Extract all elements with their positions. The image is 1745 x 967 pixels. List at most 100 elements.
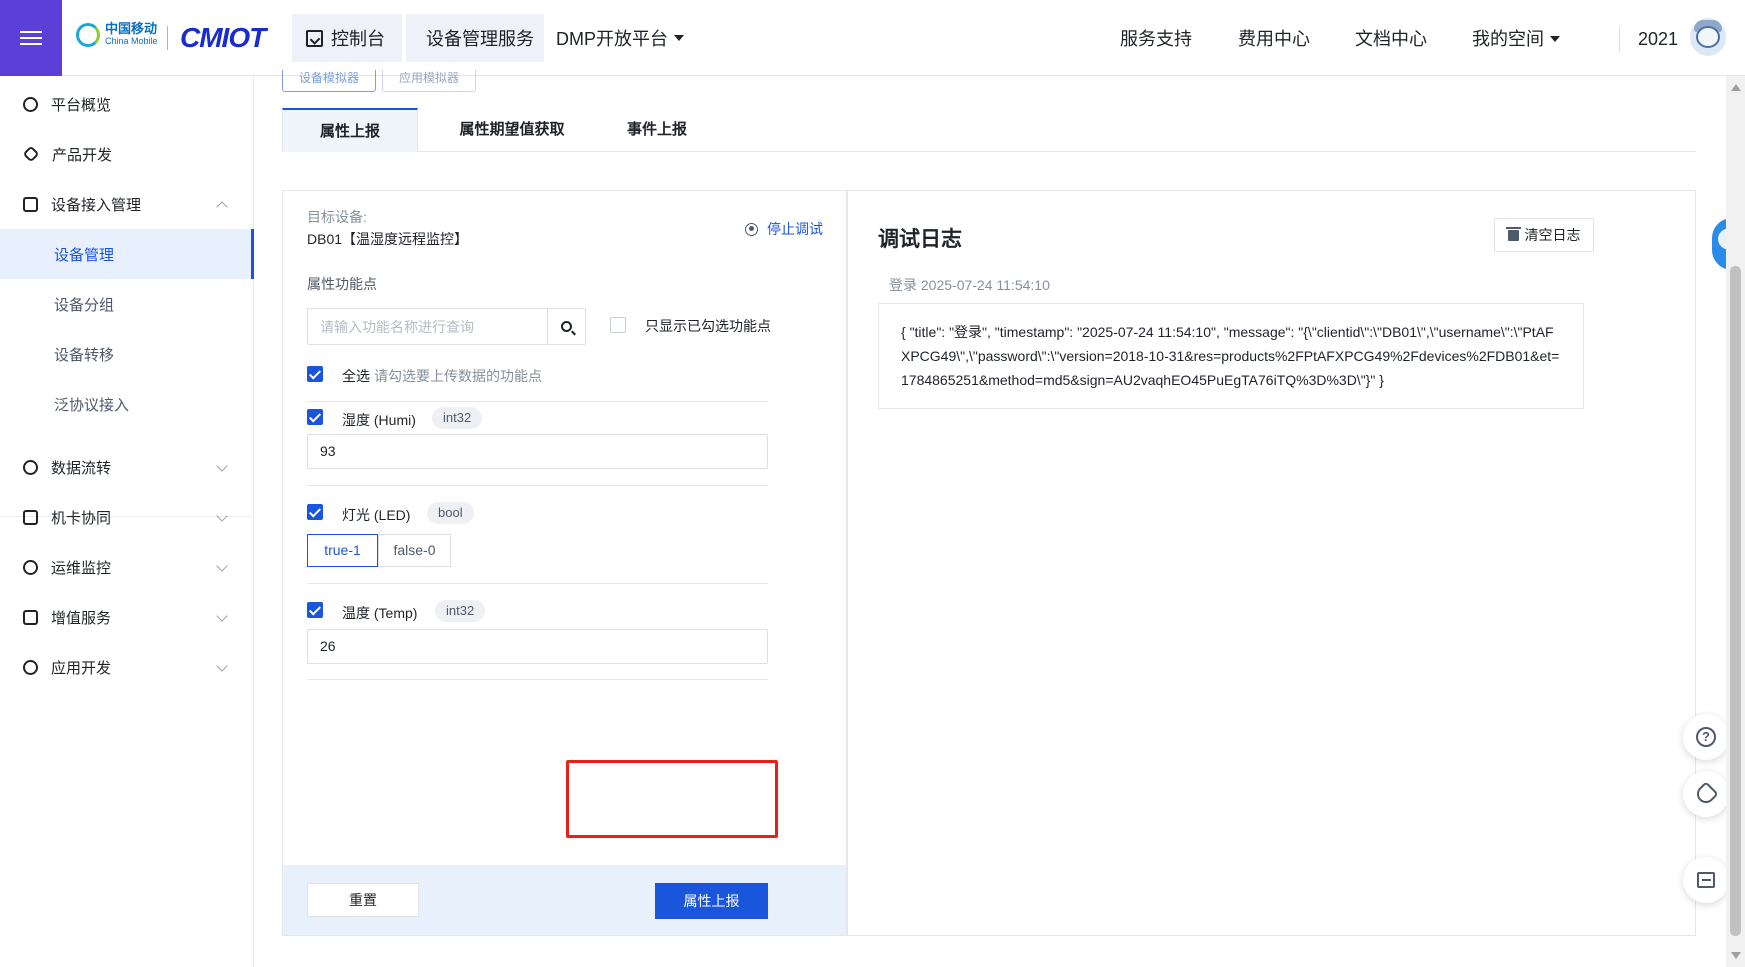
search-button[interactable] bbox=[547, 309, 585, 344]
chevron-down-icon bbox=[216, 610, 228, 622]
divider bbox=[307, 401, 768, 402]
nav-service-support[interactable]: 服务支持 bbox=[1120, 26, 1192, 52]
scroll-down-icon[interactable] bbox=[1731, 952, 1741, 959]
sidebar-item-label: 机卡协同 bbox=[51, 509, 112, 527]
sidebar-sub-device-management[interactable]: 设备管理 bbox=[0, 229, 254, 279]
data-flow-icon bbox=[23, 459, 38, 475]
console-icon bbox=[306, 29, 323, 47]
tab-app-simulator[interactable]: 应用模拟器 bbox=[382, 70, 477, 92]
sidebar-sub-device-group[interactable]: 设备分组 bbox=[0, 279, 254, 329]
menu-toggle-button[interactable] bbox=[0, 0, 62, 76]
nav-dmp-dropdown[interactable]: DMP开放平台 bbox=[556, 14, 684, 62]
temp-value-input[interactable]: 26 bbox=[307, 629, 768, 664]
china-mobile-logo-icon bbox=[76, 22, 100, 47]
reset-button[interactable]: 重置 bbox=[307, 883, 419, 917]
avatar[interactable] bbox=[1690, 18, 1726, 56]
humi-label: 湿度 (Humi) bbox=[342, 412, 416, 428]
divider bbox=[307, 583, 768, 584]
hamburger-icon bbox=[20, 27, 42, 49]
chevron-down-icon bbox=[216, 660, 228, 672]
search-field bbox=[307, 308, 586, 345]
only-selected-checkbox[interactable] bbox=[610, 317, 626, 333]
search-input[interactable] bbox=[308, 309, 547, 344]
help-button[interactable]: ? bbox=[1683, 714, 1729, 760]
top-header: 中国移动 China Mobile CMIOT 控制台 设备管理服务 DMP开放… bbox=[0, 0, 1745, 76]
sidebar-item-ops-monitor[interactable]: 运维监控 bbox=[0, 542, 254, 592]
tab-device-simulator[interactable]: 设备模拟器 bbox=[282, 70, 377, 92]
question-icon: ? bbox=[1696, 727, 1716, 747]
logo-divider bbox=[167, 26, 168, 50]
sidebar-item-product-dev[interactable]: 产品开发 bbox=[0, 129, 254, 179]
temp-type-badge: int32 bbox=[435, 600, 486, 622]
nav-billing-center[interactable]: 费用中心 bbox=[1238, 26, 1310, 52]
led-true-option[interactable]: true-1 bbox=[307, 534, 378, 567]
sidebar: 平台概览 产品开发 设备接入管理 设备管理 设备分组 设备转移 泛协议接入 数据… bbox=[0, 76, 254, 967]
clear-log-button[interactable]: 清空日志 bbox=[1494, 218, 1594, 252]
sidebar-item-card-sync[interactable]: 机卡协同 bbox=[0, 492, 254, 542]
highlight-annotation-box bbox=[566, 760, 778, 838]
tab-property-desired[interactable]: 属性期望值获取 bbox=[430, 108, 594, 152]
chevron-down-icon bbox=[216, 510, 228, 522]
sidebar-item-label: 产品开发 bbox=[52, 146, 113, 164]
nav-my-space-dropdown[interactable]: 我的空间 bbox=[1472, 26, 1560, 52]
nav-docs-center[interactable]: 文档中心 bbox=[1355, 26, 1427, 52]
user-name[interactable]: 2021 bbox=[1638, 26, 1678, 52]
search-icon bbox=[561, 321, 572, 332]
sidebar-item-label: 增值服务 bbox=[51, 609, 112, 627]
sidebar-item-app-dev[interactable]: 应用开发 bbox=[0, 642, 254, 692]
led-checkbox[interactable] bbox=[307, 504, 323, 520]
cmiot-logo[interactable]: CMIOT bbox=[180, 20, 266, 56]
scroll-up-icon[interactable] bbox=[1731, 84, 1741, 91]
target-device-label: 目标设备: bbox=[307, 209, 367, 225]
property-report-submit-button[interactable]: 属性上报 bbox=[655, 883, 768, 919]
log-entry-meta: 登录 2025-07-24 11:54:10 bbox=[889, 277, 1050, 293]
avatar-face bbox=[1696, 26, 1720, 48]
send-icon bbox=[23, 609, 38, 625]
clear-log-label: 清空日志 bbox=[1524, 227, 1581, 243]
temp-checkbox[interactable] bbox=[307, 602, 323, 618]
caret-down-icon bbox=[674, 35, 684, 41]
simulator-tabs: 设备模拟器 应用模拟器 bbox=[282, 70, 482, 92]
property-section-label: 属性功能点 bbox=[307, 276, 377, 292]
feedback-button[interactable] bbox=[1683, 771, 1729, 817]
sidebar-item-device-access[interactable]: 设备接入管理 bbox=[0, 179, 254, 229]
humi-checkbox[interactable] bbox=[307, 409, 323, 425]
sidebar-item-data-flow[interactable]: 数据流转 bbox=[0, 442, 254, 492]
tab-event-report[interactable]: 事件上报 bbox=[602, 108, 712, 152]
logo-cn-text: 中国移动 bbox=[105, 21, 158, 36]
sidebar-item-label: 数据流转 bbox=[51, 459, 112, 477]
stop-debug-button[interactable]: 停止调试 bbox=[745, 219, 823, 239]
device-access-icon bbox=[23, 196, 38, 212]
form-footer: 重置 属性上报 bbox=[283, 865, 846, 935]
humi-value-input[interactable]: 93 bbox=[307, 434, 768, 469]
sidebar-sub-generic-protocol[interactable]: 泛协议接入 bbox=[0, 379, 254, 429]
led-label: 灯光 (LED) bbox=[342, 507, 411, 523]
page-scrollbar[interactable] bbox=[1726, 76, 1745, 967]
collapse-icon bbox=[1697, 872, 1715, 888]
cube-icon bbox=[22, 145, 40, 163]
monitor-icon bbox=[23, 559, 38, 575]
select-all-checkbox[interactable] bbox=[307, 366, 323, 382]
sidebar-item-label: 应用开发 bbox=[51, 659, 112, 677]
divider bbox=[307, 485, 768, 486]
debug-panel: 目标设备: DB01【温湿度远程监控】 停止调试 属性功能点 只显示已勾选功能点… bbox=[282, 190, 1696, 936]
sidebar-item-platform-overview[interactable]: 平台概览 bbox=[0, 79, 254, 129]
link-icon bbox=[23, 509, 38, 525]
scrollbar-thumb[interactable] bbox=[1730, 266, 1741, 936]
chevron-down-icon bbox=[216, 460, 228, 472]
nav-device-service[interactable]: 设备管理服务 bbox=[406, 14, 544, 62]
select-all-hint: 请勾选要上传数据的功能点 bbox=[374, 368, 542, 384]
nav-console[interactable]: 控制台 bbox=[292, 14, 402, 62]
collapse-button[interactable] bbox=[1683, 857, 1729, 903]
china-mobile-logo[interactable]: 中国移动 China Mobile bbox=[76, 22, 158, 47]
chevron-up-icon bbox=[216, 201, 228, 213]
app-dev-icon bbox=[23, 659, 38, 675]
tab-property-report[interactable]: 属性上报 bbox=[282, 108, 418, 152]
target-device-value: DB01【温湿度远程监控】 bbox=[307, 231, 469, 247]
sidebar-item-label: 平台概览 bbox=[51, 96, 112, 114]
sidebar-sub-device-transfer[interactable]: 设备转移 bbox=[0, 329, 254, 379]
humi-type-badge: int32 bbox=[432, 407, 483, 429]
sidebar-item-value-added[interactable]: 增值服务 bbox=[0, 592, 254, 642]
stop-debug-label: 停止调试 bbox=[767, 221, 823, 237]
led-false-option[interactable]: false-0 bbox=[378, 534, 451, 567]
